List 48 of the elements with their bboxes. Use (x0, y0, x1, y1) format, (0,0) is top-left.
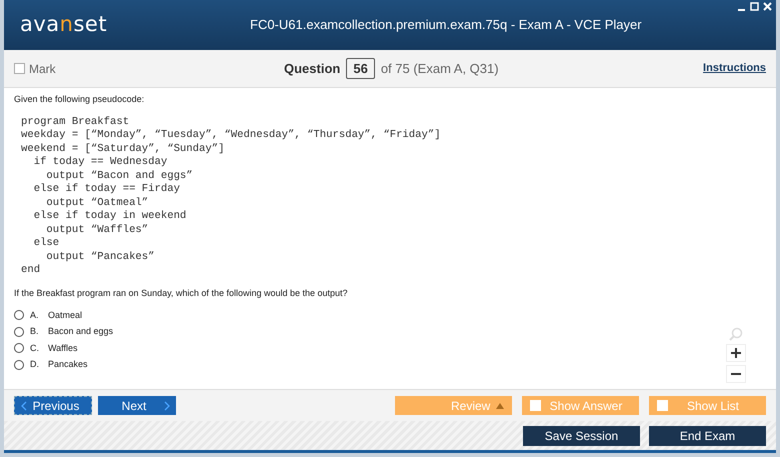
question-label: Question (284, 60, 340, 78)
question-count: of 75 (Exam A, Q31) (380, 60, 499, 78)
option-text[interactable]: Pancakes (48, 358, 88, 372)
option-letter: D. (30, 358, 40, 371)
question-number-field[interactable]: 56 (346, 58, 375, 80)
end-exam-button[interactable]: End Exam (649, 426, 766, 446)
code-line: else if today in weekend (32, 210, 188, 224)
window-title: FC0-U61.examcollection.premium.exam.75q - Exam A - VCE Player (250, 16, 642, 34)
zoom-out-button[interactable] (726, 365, 746, 383)
logo: avanset (20, 11, 108, 38)
caret-up-icon (496, 402, 504, 408)
chevron-right-icon (164, 400, 170, 410)
radio-button[interactable] (14, 360, 24, 370)
code-line: end (21, 264, 42, 278)
checkbox[interactable] (530, 400, 541, 411)
next-button[interactable]: Next (98, 396, 176, 415)
code-line: program Breakfast (21, 116, 130, 129)
code-line: if today == Wednesday (32, 156, 168, 170)
mark-label[interactable]: Mark (29, 60, 56, 78)
option-text[interactable]: Oatmeal (48, 308, 82, 322)
code-line: else (32, 237, 60, 250)
maximize-icon[interactable] (750, 2, 759, 11)
mark-checkbox[interactable] (14, 63, 25, 74)
instructions-link[interactable]: Instructions (703, 60, 766, 77)
question-intro: Given the following pseudocode: (14, 93, 146, 106)
zoom-in-button[interactable] (726, 344, 746, 362)
option-letter: B. (30, 325, 40, 338)
code-line: output “Bacon and eggs” (45, 170, 194, 183)
code-line: weekday = [“Monday”, “Tuesday”, “Wednesday”, “Thursday”, “Friday”] (21, 129, 442, 142)
checkbox[interactable] (657, 400, 668, 411)
question-prompt: If the Breakfast program ran on Sunday, which of the following would be the output? (14, 286, 349, 300)
code-line: output “Oatmeal” (45, 196, 150, 210)
previous-button[interactable]: Previous (14, 396, 92, 415)
option-text[interactable]: Bacon and eggs (48, 325, 114, 338)
radio-button[interactable] (14, 326, 24, 337)
option-letter: C. (30, 342, 40, 354)
code-line: weekend = [“Saturday”, “Sunday”] (21, 142, 226, 156)
chevron-left-icon (21, 400, 27, 410)
save-session-button[interactable]: Save Session (523, 426, 640, 446)
radio-button[interactable] (14, 343, 24, 354)
radio-button[interactable] (14, 310, 24, 320)
code-line: output “Pancakes” (45, 250, 156, 264)
code-line: output “Waffles” (45, 224, 150, 237)
plus-icon (731, 348, 741, 358)
code-line: else if today == Firday (32, 183, 181, 196)
option-letter: A. (30, 308, 40, 322)
option-text[interactable]: Waffles (48, 342, 78, 355)
close-icon[interactable] (763, 2, 772, 11)
